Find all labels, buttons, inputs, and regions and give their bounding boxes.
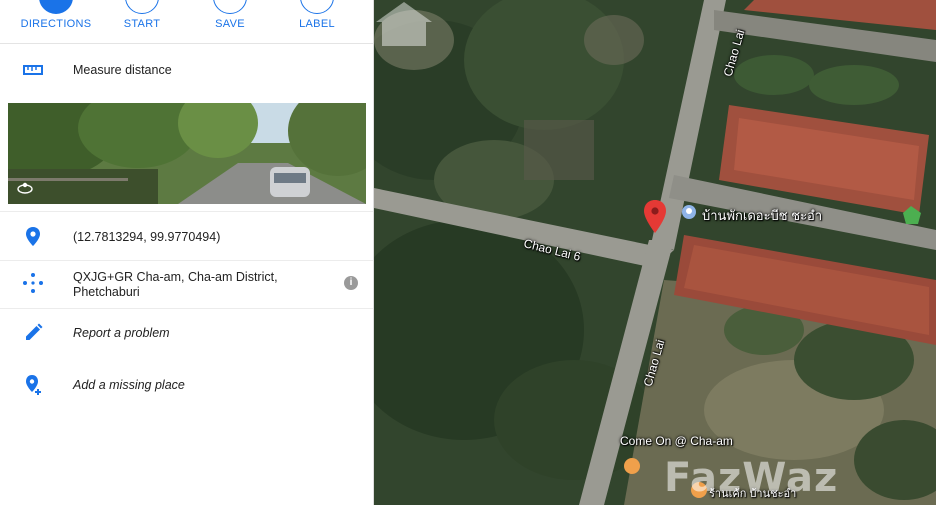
- flag-icon: [300, 0, 334, 14]
- plus-code-icon: [23, 273, 43, 293]
- street-view-photo[interactable]: [8, 103, 366, 204]
- street-view-image: [8, 103, 366, 204]
- coordinates-text: (12.7813294, 99.9770494): [73, 230, 221, 244]
- place-label[interactable]: บ้านพักเดอะบีช ชะอำ: [702, 205, 822, 226]
- label-label: LABEL: [299, 18, 335, 30]
- info-icon[interactable]: i: [344, 276, 358, 290]
- report-problem-label: Report a problem: [73, 326, 170, 340]
- location-pin-icon: [26, 227, 40, 246]
- measure-distance-label: Measure distance: [73, 63, 172, 77]
- add-missing-place-row[interactable]: Add a missing place: [0, 372, 373, 398]
- save-button[interactable]: SAVE: [190, 0, 270, 44]
- coordinates-row[interactable]: (12.7813294, 99.9770494): [0, 224, 373, 250]
- directions-label: DIRECTIONS: [20, 18, 92, 30]
- place-details-panel: DIRECTIONS START SAVE LABEL Measure dist…: [0, 0, 374, 505]
- satellite-map[interactable]: Chao Lai 6 Chao Lai Chao Lai บ้านพักเดอะ…: [374, 0, 936, 505]
- directions-button[interactable]: DIRECTIONS: [16, 0, 96, 44]
- divider: [0, 260, 373, 261]
- divider: [0, 308, 373, 309]
- navigation-icon: [125, 0, 159, 14]
- bookmark-icon: [213, 0, 247, 14]
- add-missing-place-label: Add a missing place: [73, 378, 185, 392]
- save-label: SAVE: [215, 18, 245, 30]
- divider: [0, 211, 373, 212]
- measure-distance-row[interactable]: Measure distance: [0, 56, 373, 84]
- street-view-pano-icon: [17, 182, 33, 194]
- start-label: START: [123, 18, 161, 30]
- plus-code-text: QXJG+GR Cha-am, Cha-am District, Phetcha…: [73, 270, 278, 299]
- action-bar: DIRECTIONS START SAVE LABEL: [0, 0, 373, 44]
- add-place-icon: [26, 375, 41, 395]
- start-button[interactable]: START: [102, 0, 182, 44]
- pencil-icon: [26, 323, 43, 340]
- label-button[interactable]: LABEL: [277, 0, 357, 44]
- plus-code-row[interactable]: QXJG+GR Cha-am, Cha-am District, Phetcha…: [0, 264, 373, 306]
- report-problem-row[interactable]: Report a problem: [0, 320, 373, 346]
- watermark-logo-icon: [376, 2, 432, 46]
- place-label[interactable]: Come On @ Cha-am: [620, 434, 733, 448]
- watermark: FazWaz: [664, 455, 839, 501]
- satellite-imagery: [374, 0, 936, 505]
- ruler-icon: [23, 65, 43, 75]
- directions-icon: [39, 0, 73, 14]
